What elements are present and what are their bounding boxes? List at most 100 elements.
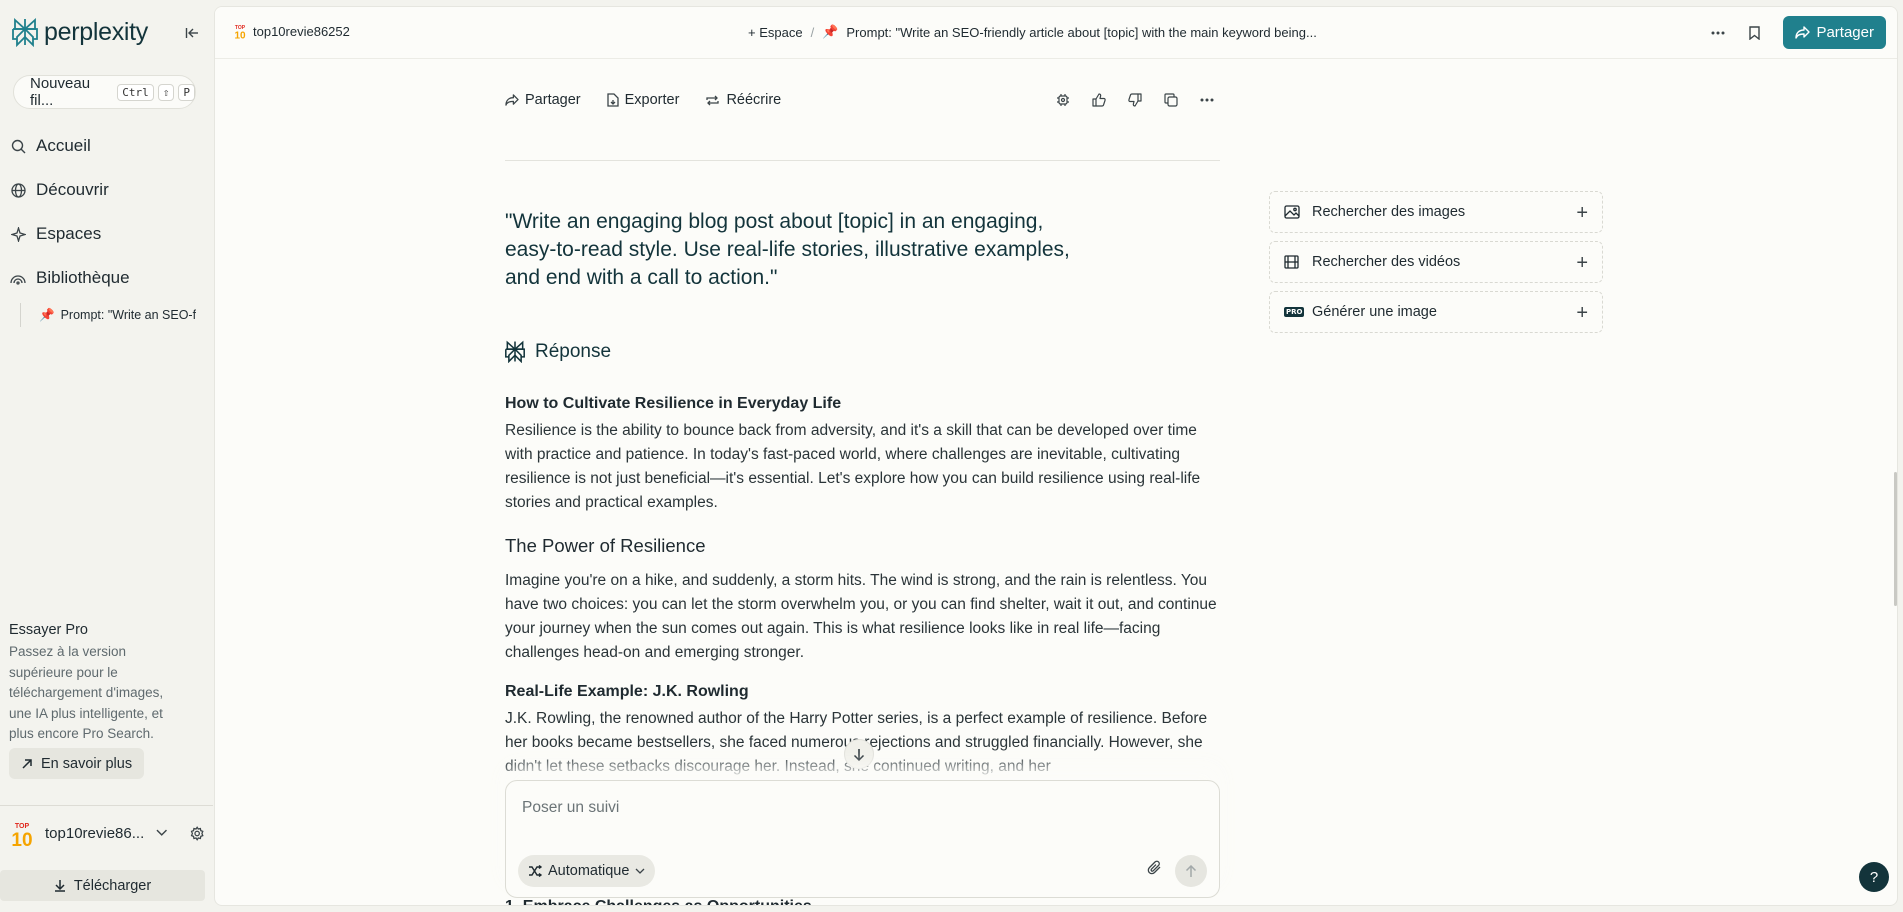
article-title: How to Cultivate Resilience in Everyday … <box>505 395 842 412</box>
copy-icon <box>1164 93 1178 107</box>
share-button[interactable]: Partager <box>1783 16 1886 49</box>
thread-title[interactable]: Prompt: "Write an SEO-friendly article a… <box>846 25 1316 40</box>
sidebar-item-espaces[interactable]: Espaces <box>10 219 101 249</box>
scrollbar[interactable] <box>1894 472 1897 606</box>
space-selector[interactable]: TOP 10 top10revie86252 <box>233 24 349 40</box>
arrow-down-icon <box>853 748 865 761</box>
download-icon <box>54 880 65 892</box>
answer-more-button[interactable] <box>1194 87 1220 113</box>
globe-icon <box>10 182 26 198</box>
export-action-label: Exporter <box>624 92 680 108</box>
sidebar-item-label: Découvrir <box>36 180 109 199</box>
user-account[interactable]: TOP 10 top10revie86... <box>9 818 204 851</box>
feedback-icons <box>1050 87 1220 113</box>
help-button[interactable]: ? <box>1859 862 1889 892</box>
section-paragraph: Imagine you're on a hike, and suddenly, … <box>505 572 1217 661</box>
pro-description: Passez à la version supérieure pour le t… <box>9 644 164 741</box>
chevron-down-icon <box>635 868 645 874</box>
logo-text: perplexity <box>44 17 148 46</box>
user-name: top10revie86... <box>45 824 145 842</box>
article-intro: Resilience is the ability to bounce back… <box>505 422 1201 511</box>
share-action-label: Partager <box>525 92 581 108</box>
generate-image-label: Générer une image <box>1312 304 1437 320</box>
thumbs-up-icon <box>1092 93 1106 107</box>
sidebar-item-bibliotheque[interactable]: Bibliothèque <box>10 263 130 293</box>
add-space-link[interactable]: + Espace <box>748 25 803 40</box>
library-thread-label: Prompt: "Write an SEO-friendly article a… <box>60 308 196 322</box>
answer-content: How to Cultivate Resilience in Everyday … <box>505 395 1220 779</box>
learn-more-label: En savoir plus <box>41 755 133 772</box>
gear-icon[interactable] <box>190 825 204 841</box>
search-images-label: Rechercher des images <box>1312 204 1466 220</box>
scroll-to-bottom-button[interactable] <box>844 739 874 769</box>
search-images-card[interactable]: Rechercher des images + <box>1269 191 1603 233</box>
bookmark-button[interactable] <box>1739 18 1769 48</box>
pro-badge: PRO <box>1284 307 1305 317</box>
new-thread-button[interactable]: Nouveau fil... Ctrl ⇧ P <box>13 75 196 109</box>
export-action[interactable]: Exporter <box>606 92 680 108</box>
sources-button[interactable] <box>1050 87 1076 113</box>
library-thread-item[interactable]: 📌 Prompt: "Write an SEO-friendly article… <box>20 303 196 327</box>
rewrite-icon <box>706 95 720 105</box>
pin-icon: 📌 <box>822 24 839 39</box>
top-bar: TOP 10 top10revie86252 + Espace / 📌 Prom… <box>215 7 1897 59</box>
section-divider <box>505 160 1220 161</box>
generate-image-card[interactable]: PRO Générer une image + <box>1269 291 1603 333</box>
submit-button[interactable] <box>1175 855 1207 887</box>
followup-box: Poser un suivi Automatique <box>505 780 1220 898</box>
paperclip-icon <box>1147 860 1161 875</box>
breadcrumb: + Espace / 📌 Prompt: "Write an SEO-frien… <box>748 24 1317 40</box>
sidebar-item-label: Espaces <box>36 224 102 243</box>
svg-text:TOP: TOP <box>15 823 30 830</box>
thumbs-up-button[interactable] <box>1086 87 1112 113</box>
mode-selector[interactable]: Automatique <box>518 855 656 887</box>
share-arrow-icon <box>1795 26 1811 39</box>
sidebar-item-accueil[interactable]: Accueil <box>10 131 91 161</box>
spaces-icon <box>10 226 26 242</box>
svg-text:10: 10 <box>234 31 246 40</box>
shuffle-icon <box>529 865 542 877</box>
sidebar-item-decouvrir[interactable]: Découvrir <box>10 175 109 205</box>
perplexity-logo[interactable]: perplexity <box>12 17 148 47</box>
example-heading: Real-Life Example: J.K. Rowling <box>505 683 749 700</box>
search-videos-card[interactable]: Rechercher des vidéos + <box>1269 241 1603 283</box>
section-heading: The Power of Resilience <box>505 535 706 556</box>
chip-icon <box>1057 94 1069 106</box>
more-options-button[interactable] <box>1703 18 1733 48</box>
media-side-panel: Rechercher des images + Rechercher des v… <box>1269 191 1603 341</box>
plus-icon: + <box>1576 302 1588 324</box>
collapse-icon <box>185 28 198 38</box>
share-label: Partager <box>1816 24 1874 41</box>
sidebar: perplexity Nouveau fil... Ctrl ⇧ P Accue… <box>0 0 213 912</box>
ellipsis-icon <box>1200 98 1214 102</box>
main-panel: TOP 10 top10revie86252 + Espace / 📌 Prom… <box>214 6 1898 906</box>
attach-button[interactable] <box>1147 860 1163 881</box>
collapse-sidebar-button[interactable] <box>183 24 201 42</box>
pro-title: Essayer Pro <box>9 622 88 638</box>
followup-input[interactable]: Poser un suivi <box>522 799 619 817</box>
copy-button[interactable] <box>1158 87 1184 113</box>
answer-header: Réponse <box>505 340 611 363</box>
pro-promo: Essayer Pro Passez à la version supérieu… <box>9 622 189 745</box>
share-action[interactable]: Partager <box>505 92 581 108</box>
new-thread-label: Nouveau fil... <box>30 75 91 109</box>
thumbs-down-button[interactable] <box>1122 87 1148 113</box>
user-question: "Write an engaging blog post about [topi… <box>505 210 1070 289</box>
perplexity-logo-icon <box>12 17 38 47</box>
avatar: TOP 10 <box>9 820 35 851</box>
sidebar-item-label: Bibliothèque <box>36 268 130 287</box>
shortcut-key: ⇧ <box>157 83 175 101</box>
plus-icon: + <box>1576 252 1588 274</box>
sidebar-divider <box>0 805 213 806</box>
svg-text:10: 10 <box>11 830 32 848</box>
shortcut-key: Ctrl <box>117 83 154 101</box>
answer-action-bar: Partager Exporter Réécrire <box>505 85 1220 115</box>
download-button[interactable]: Télécharger <box>0 870 205 901</box>
shortcut-key: P <box>178 83 195 101</box>
plus-icon: + <box>1576 202 1588 224</box>
search-videos-label: Rechercher des vidéos <box>1312 254 1461 270</box>
rewrite-action-label: Réécrire <box>726 92 782 108</box>
chevron-down-icon[interactable] <box>156 829 168 837</box>
rewrite-action[interactable]: Réécrire <box>705 92 781 108</box>
learn-more-button[interactable]: En savoir plus <box>9 748 145 779</box>
